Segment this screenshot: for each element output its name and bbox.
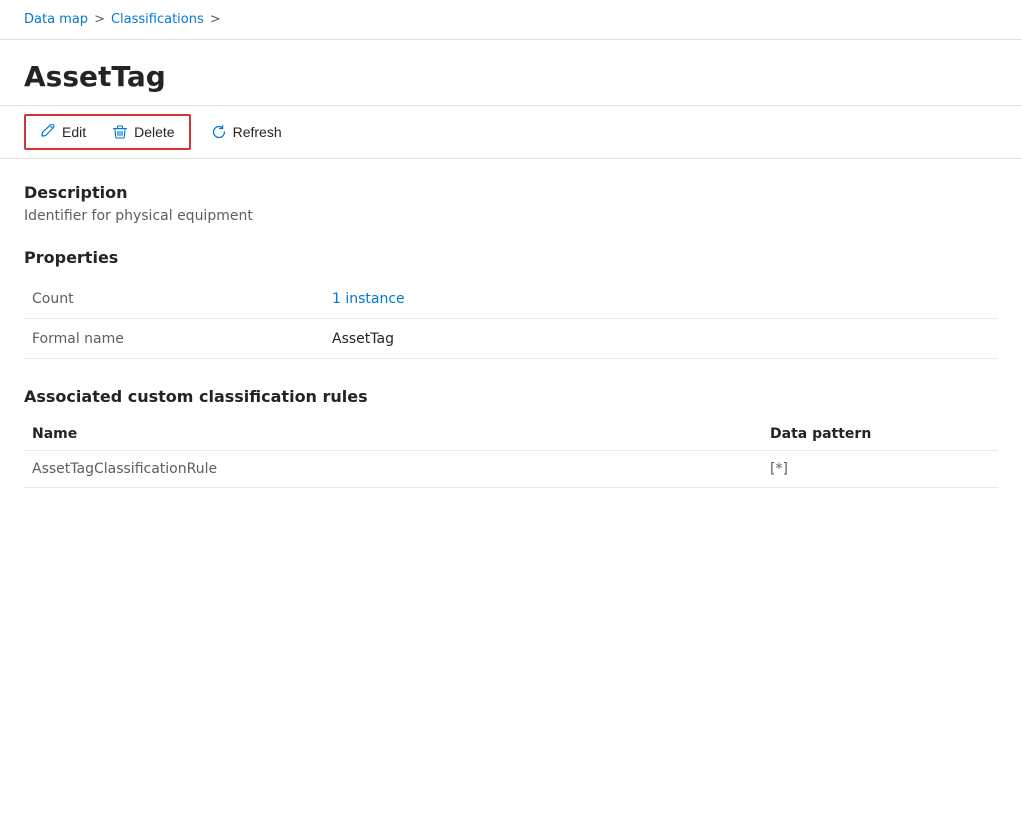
breadcrumb: Data map > Classifications > [0, 0, 1022, 40]
property-label-count: Count [32, 291, 332, 307]
breadcrumb-separator-2: > [210, 12, 221, 27]
property-row-count: Count 1 instance [24, 279, 998, 319]
rule-pattern: [*] [770, 461, 990, 477]
rules-table: Name Data pattern AssetTagClassification… [24, 418, 998, 488]
edit-button[interactable]: Edit [28, 118, 98, 146]
breadcrumb-classifications[interactable]: Classifications [111, 12, 204, 27]
rules-title: Associated custom classification rules [24, 387, 998, 406]
properties-title: Properties [24, 248, 998, 267]
rules-header-pattern: Data pattern [770, 426, 990, 442]
description-section: Description Identifier for physical equi… [24, 183, 998, 224]
properties-section: Properties Count 1 instance Formal name … [24, 248, 998, 359]
table-row: AssetTagClassificationRule [*] [24, 451, 998, 488]
property-value-formal-name: AssetTag [332, 331, 394, 347]
rule-name: AssetTagClassificationRule [32, 461, 770, 477]
content-area: Description Identifier for physical equi… [0, 159, 1022, 512]
edit-icon [40, 124, 56, 140]
refresh-label: Refresh [233, 124, 282, 140]
delete-label: Delete [134, 124, 174, 140]
property-value-count[interactable]: 1 instance [332, 291, 405, 307]
refresh-button[interactable]: Refresh [199, 118, 294, 146]
property-row-formal-name: Formal name AssetTag [24, 319, 998, 359]
toolbar: Edit Delete [0, 106, 1022, 159]
delete-icon [112, 124, 128, 140]
delete-button[interactable]: Delete [100, 118, 186, 146]
description-title: Description [24, 183, 998, 202]
edit-label: Edit [62, 124, 86, 140]
refresh-icon [211, 124, 227, 140]
rules-header-name: Name [32, 426, 770, 442]
description-text: Identifier for physical equipment [24, 208, 998, 224]
page-title-section: AssetTag [0, 40, 1022, 106]
rules-header-row: Name Data pattern [24, 418, 998, 451]
breadcrumb-data-map[interactable]: Data map [24, 12, 88, 27]
classification-rules-section: Associated custom classification rules N… [24, 387, 998, 488]
breadcrumb-separator-1: > [94, 12, 105, 27]
property-label-formal-name: Formal name [32, 331, 332, 347]
toolbar-group-edit-delete: Edit Delete [24, 114, 191, 150]
page-container: Data map > Classifications > AssetTag Ed… [0, 0, 1022, 830]
page-title: AssetTag [24, 60, 998, 93]
